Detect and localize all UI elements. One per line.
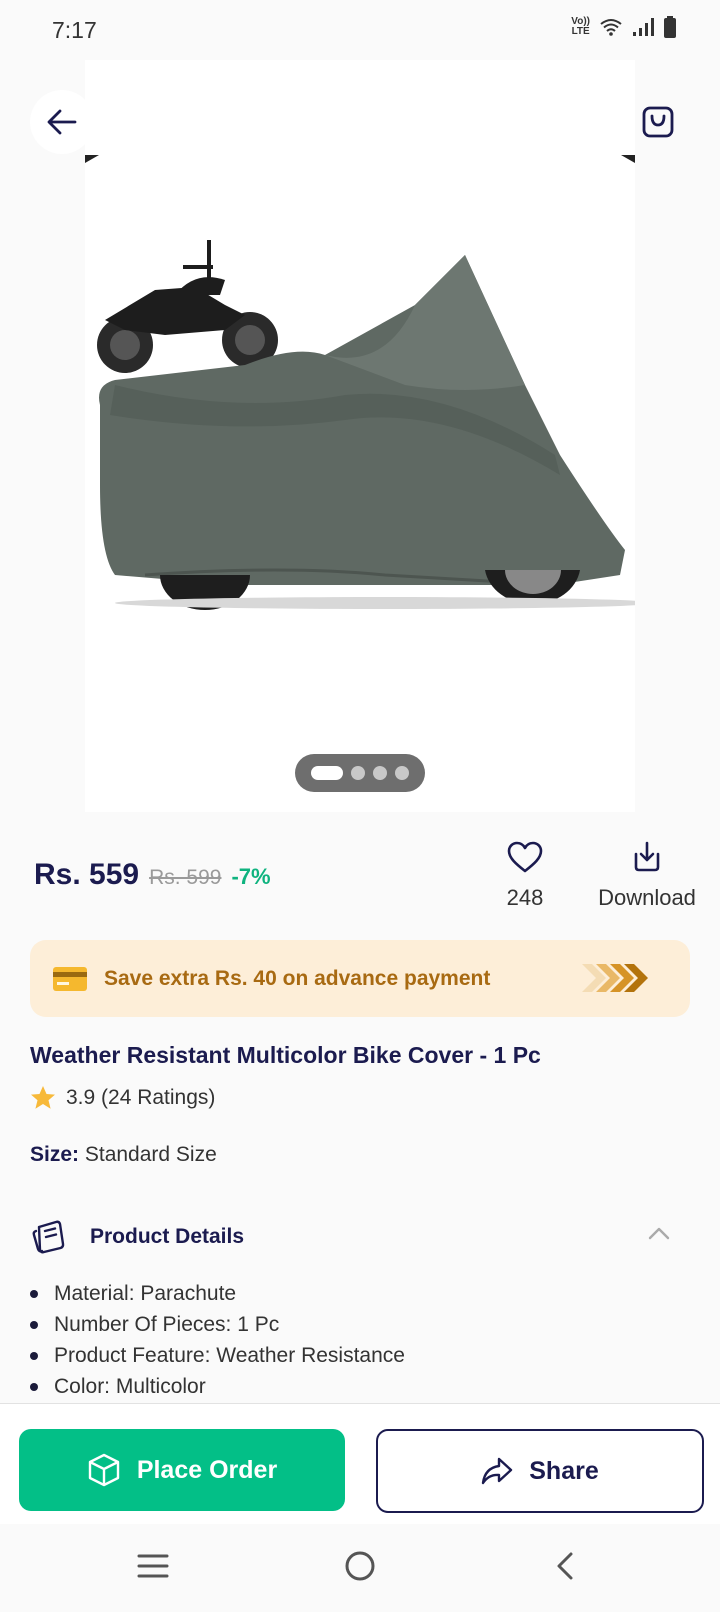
home-nav-button[interactable] [330, 1546, 390, 1586]
home-circle-icon [345, 1551, 375, 1581]
detail-item: Material: Parachute [30, 1278, 405, 1309]
original-price: Rs. 599 [149, 866, 222, 889]
price-row: Rs. 559 Rs. 599 -7% [34, 858, 271, 892]
share-icon [482, 1457, 513, 1485]
pagination-dot[interactable] [351, 766, 365, 780]
wishlist-count: 248 [506, 885, 544, 910]
pagination-dot[interactable] [373, 766, 387, 780]
detail-item: Color: Multicolor [30, 1371, 405, 1402]
system-nav-bar [0, 1524, 720, 1612]
chevrons-right-icon [580, 962, 654, 994]
product-details-list: Material: Parachute Number Of Pieces: 1 … [30, 1278, 405, 1402]
back-button[interactable] [30, 90, 94, 154]
download-label: Download [598, 885, 696, 910]
star-icon [31, 1086, 55, 1109]
detail-item: Number Of Pieces: 1 Pc [30, 1309, 405, 1340]
share-label: Share [529, 1456, 599, 1485]
signal-icon [633, 18, 654, 36]
size-label: Size: [30, 1143, 80, 1166]
volte-icon: Vo)) LTE [571, 16, 590, 37]
product-details-icon [32, 1220, 65, 1254]
rating-text: 3.9 (24 Ratings) [66, 1085, 216, 1109]
share-button[interactable]: Share [376, 1429, 704, 1513]
product-image [85, 155, 635, 610]
box-icon [88, 1453, 120, 1487]
rating-row[interactable]: 3.9 (24 Ratings) [30, 1085, 215, 1110]
pagination-dot[interactable] [395, 766, 409, 780]
cart-button[interactable] [626, 90, 690, 154]
credit-card-icon [53, 966, 87, 991]
pagination-dot-active[interactable] [311, 766, 343, 780]
product-details-title: Product Details [90, 1225, 245, 1248]
offer-text: Save extra Rs. 40 on advance payment [104, 966, 491, 990]
discount-badge: -7% [231, 864, 271, 889]
chevron-up-icon[interactable] [648, 1226, 670, 1240]
shopping-bag-icon [642, 106, 674, 138]
detail-item: Product Feature: Weather Resistance [30, 1340, 405, 1371]
wifi-icon [600, 19, 622, 36]
product-details-header[interactable]: Product Details [30, 1212, 690, 1262]
current-price: Rs. 559 [34, 858, 140, 891]
gallery-pagination [295, 754, 425, 792]
heart-icon [507, 841, 543, 873]
status-bar: 7:17 Vo)) LTE [0, 0, 720, 60]
battery-icon [664, 16, 676, 38]
menu-icon [137, 1554, 169, 1578]
status-icons: Vo)) LTE [571, 16, 676, 38]
size-value: Standard Size [84, 1143, 217, 1166]
size-row: Size: Standard Size [30, 1143, 217, 1167]
back-nav-button[interactable] [535, 1546, 595, 1586]
back-arrow-icon [47, 109, 77, 135]
place-order-label: Place Order [136, 1455, 278, 1484]
wishlist-button[interactable]: 248 [490, 840, 560, 911]
product-title: Weather Resistant Multicolor Bike Cover … [30, 1042, 541, 1068]
advance-payment-offer[interactable]: Save extra Rs. 40 on advance payment [30, 940, 690, 1017]
status-time: 7:17 [52, 17, 97, 43]
download-icon [634, 841, 660, 872]
download-button[interactable]: Download [582, 840, 712, 911]
place-order-button[interactable]: Place Order [19, 1429, 345, 1511]
menu-nav-button[interactable] [123, 1546, 183, 1586]
chevron-left-icon [557, 1552, 573, 1580]
